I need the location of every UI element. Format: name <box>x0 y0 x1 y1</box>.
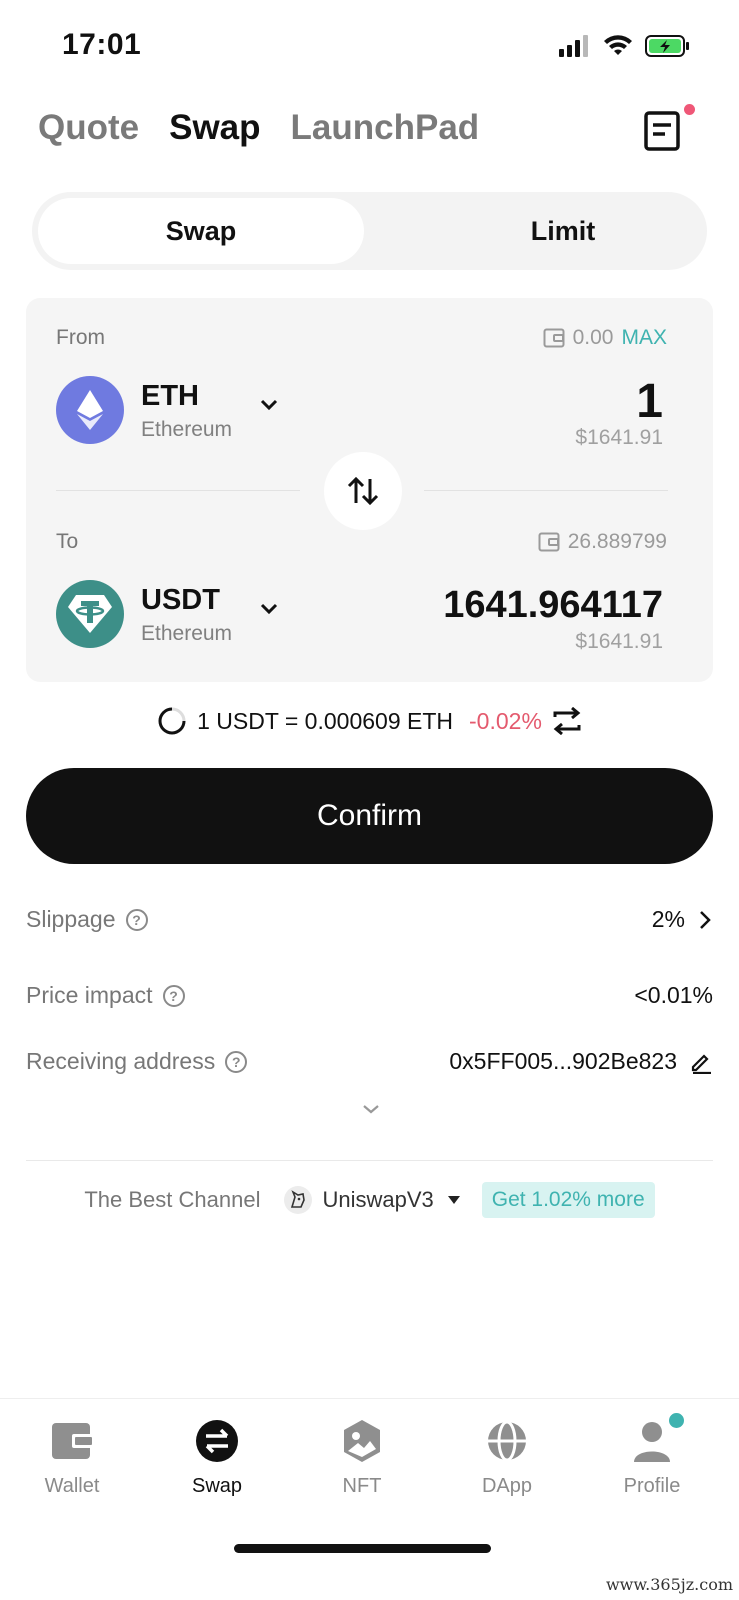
bottom-nav: Wallet Swap NFT DApp Profile <box>0 1398 739 1600</box>
help-icon[interactable]: ? <box>225 1050 248 1073</box>
profile-icon <box>630 1413 684 1463</box>
notification-dot <box>684 104 695 115</box>
card-divider-right <box>424 490 668 491</box>
slippage-value: 2% <box>651 906 685 932</box>
wallet-icon <box>50 1419 94 1463</box>
tab-swap[interactable]: Swap <box>169 108 260 148</box>
help-icon[interactable]: ? <box>162 984 185 1007</box>
nav-swap-label: Swap <box>191 1475 243 1497</box>
swap-limit-segment: Swap Limit <box>32 192 707 270</box>
segment-limit[interactable]: Limit <box>400 198 726 264</box>
nav-dapp[interactable]: DApp <box>447 1419 567 1498</box>
refresh-countdown-icon[interactable] <box>157 706 187 736</box>
nav-dapp-label: DApp <box>481 1475 533 1497</box>
status-bar: 17:01 <box>0 0 739 90</box>
nav-wallet[interactable]: Wallet <box>12 1419 132 1498</box>
best-channel-label: The Best Channel <box>84 1187 261 1212</box>
globe-icon <box>485 1419 529 1463</box>
from-amount[interactable]: 1 <box>636 374 663 429</box>
confirm-button[interactable]: Confirm <box>26 768 713 864</box>
card-divider-left <box>56 490 300 491</box>
nav-wallet-label: Wallet <box>44 1475 100 1497</box>
from-balance: 0.00 MAX <box>543 326 667 350</box>
status-icons <box>559 34 691 58</box>
receiving-address-value: 0x5FF005...902Be823 <box>449 1048 677 1074</box>
price-impact-value: <0.01% <box>634 982 713 1008</box>
nav-nft[interactable]: NFT <box>302 1419 422 1498</box>
nft-icon <box>340 1419 384 1463</box>
slippage-row[interactable]: Slippage ? 2% <box>26 906 713 933</box>
unicorn-logo-icon <box>284 1186 313 1214</box>
help-icon[interactable]: ? <box>125 908 148 931</box>
from-label: From <box>56 326 105 349</box>
to-token-chevron-down-icon[interactable] <box>258 598 280 620</box>
tab-quote[interactable]: Quote <box>38 108 139 148</box>
flip-tokens-button[interactable] <box>324 452 402 530</box>
exchange-rate-row: 1 USDT = 0.000609 ETH -0.02% <box>0 706 739 736</box>
to-label: To <box>56 530 79 553</box>
rate-change: -0.02% <box>469 707 542 734</box>
edit-pencil-icon[interactable] <box>689 1050 713 1074</box>
to-token-symbol[interactable]: USDT <box>141 584 220 617</box>
divider <box>26 1160 713 1161</box>
segment-swap[interactable]: Swap <box>38 198 364 264</box>
dex-name: UniswapV3 <box>322 1187 434 1212</box>
wifi-icon <box>604 35 632 55</box>
signal-icon <box>559 35 588 57</box>
price-impact-label: Price impact <box>26 982 153 1008</box>
to-balance: 26.889799 <box>538 530 667 554</box>
ethereum-icon <box>77 390 103 430</box>
watermark: www.365jz.com <box>605 1575 733 1594</box>
from-usd-value: $1641.91 <box>575 426 663 449</box>
nav-swap[interactable]: Swap <box>157 1419 277 1498</box>
eth-token-icon[interactable] <box>56 376 124 444</box>
swap-card: From 0.00 MAX ETH Ethereum 1 $1641.91 To <box>26 298 713 682</box>
to-usd-value: $1641.91 <box>575 630 663 653</box>
swap-icon <box>195 1419 239 1463</box>
nav-nft-label: NFT <box>342 1475 382 1497</box>
best-channel-row: The Best Channel UniswapV3 Get 1.02% mor… <box>0 1182 739 1218</box>
to-amount[interactable]: 1641.964117 <box>443 584 663 627</box>
to-balance-value: 26.889799 <box>567 530 667 553</box>
home-indicator[interactable] <box>234 1544 491 1553</box>
usdt-token-icon[interactable] <box>56 580 124 648</box>
document-icon <box>644 111 680 151</box>
tab-launchpad[interactable]: LaunchPad <box>291 108 480 148</box>
promo-badge: Get 1.02% more <box>481 1182 655 1218</box>
to-token-chain: Ethereum <box>141 622 233 645</box>
tether-icon <box>68 595 112 633</box>
swap-arrows-icon <box>347 476 379 506</box>
price-impact-row: Price impact ? <0.01% <box>26 982 713 1009</box>
notification-dot <box>669 1413 684 1428</box>
wallet-small-icon <box>543 328 565 348</box>
slippage-label: Slippage <box>26 906 116 932</box>
receiving-address-row: Receiving address ? 0x5FF005...902Be823 <box>26 1048 713 1075</box>
dex-selector[interactable]: UniswapV3 <box>284 1186 460 1214</box>
max-button[interactable]: MAX <box>621 326 667 350</box>
orders-button[interactable] <box>643 104 695 154</box>
top-tabs: Quote Swap LaunchPad <box>38 108 479 148</box>
from-balance-value: 0.00 <box>572 326 614 349</box>
invert-rate-icon[interactable] <box>552 707 582 735</box>
wallet-small-icon <box>538 532 560 552</box>
from-token-symbol[interactable]: ETH <box>141 380 199 413</box>
nav-profile-label: Profile <box>623 1475 681 1497</box>
from-token-chevron-down-icon[interactable] <box>258 394 280 416</box>
exchange-rate-text: 1 USDT = 0.000609 ETH <box>197 707 454 734</box>
caret-down-icon <box>447 1196 460 1204</box>
nav-profile[interactable]: Profile <box>592 1413 712 1498</box>
chevron-right-icon <box>700 910 711 929</box>
expand-details-chevron-down-icon[interactable] <box>360 1098 382 1120</box>
battery-icon <box>645 35 689 57</box>
from-token-chain: Ethereum <box>141 418 233 441</box>
status-time: 17:01 <box>62 28 142 61</box>
receiving-address-label: Receiving address <box>26 1048 216 1074</box>
